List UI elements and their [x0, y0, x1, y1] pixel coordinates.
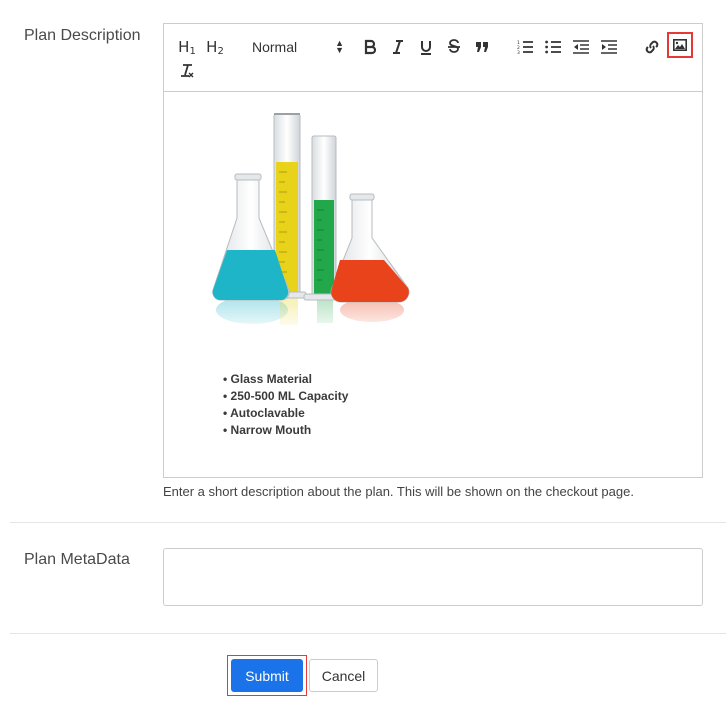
format-select-value: Normal [252, 39, 298, 55]
list-item: 250-500 ML Capacity [223, 388, 349, 405]
section-divider [10, 633, 726, 634]
image-icon [673, 39, 687, 51]
ordered-list-button[interactable]: 123 [515, 36, 535, 58]
link-button[interactable] [642, 36, 662, 58]
cancel-button[interactable]: Cancel [309, 659, 378, 692]
italic-icon [393, 40, 403, 54]
link-icon [645, 40, 659, 54]
clear-format-button[interactable] [176, 60, 198, 82]
list-item: Glass Material [223, 371, 348, 388]
section-divider [10, 522, 726, 523]
bullet-list-button[interactable] [543, 36, 563, 58]
indent-button[interactable] [599, 36, 619, 58]
quote-icon [476, 42, 488, 52]
strikethrough-icon [448, 39, 460, 53]
strike-button[interactable] [444, 36, 464, 58]
bullet-list-icon [545, 40, 561, 54]
outdent-button[interactable] [571, 36, 591, 58]
select-arrows-icon: ▲ ▼ [335, 38, 344, 55]
rich-text-editor: H1 H2 Normal ▲ ▼ 123 • Glass Material • … [163, 23, 703, 478]
underline-icon [421, 41, 431, 55]
bold-icon [364, 39, 377, 55]
plan-metadata-label: Plan MetaData [24, 551, 130, 568]
list-item: Narrow Mouth [223, 422, 348, 439]
ordered-list-icon: 123 [517, 40, 533, 54]
format-select[interactable]: Normal ▲ ▼ [252, 36, 344, 58]
blockquote-button[interactable] [472, 36, 492, 58]
editor-content[interactable]: Glass Material 250-500 ML Capacity Autoc… [164, 92, 702, 477]
underline-button[interactable] [416, 36, 436, 58]
italic-button[interactable] [388, 36, 408, 58]
svg-text:3: 3 [517, 50, 520, 54]
clear-format-icon [181, 64, 194, 78]
editor-toolbar: H1 H2 Normal ▲ ▼ 123 [164, 24, 702, 92]
header1-button[interactable]: H1 [176, 36, 198, 58]
lab-glassware-image [212, 113, 412, 335]
plan-metadata-input[interactable] [163, 548, 703, 606]
list-item: Autoclavable [223, 405, 348, 422]
bold-button[interactable] [360, 36, 380, 58]
submit-highlight: Submit [227, 655, 307, 696]
image-button[interactable] [667, 32, 693, 58]
submit-button[interactable]: Submit [231, 659, 303, 692]
header2-button[interactable]: H2 [204, 36, 226, 58]
plan-description-label: Plan Description [24, 27, 141, 44]
feature-list: Glass Material 250-500 ML Capacity Autoc… [223, 371, 348, 439]
outdent-icon [573, 40, 589, 54]
indent-icon [601, 40, 617, 54]
description-help-text: Enter a short description about the plan… [163, 484, 634, 499]
